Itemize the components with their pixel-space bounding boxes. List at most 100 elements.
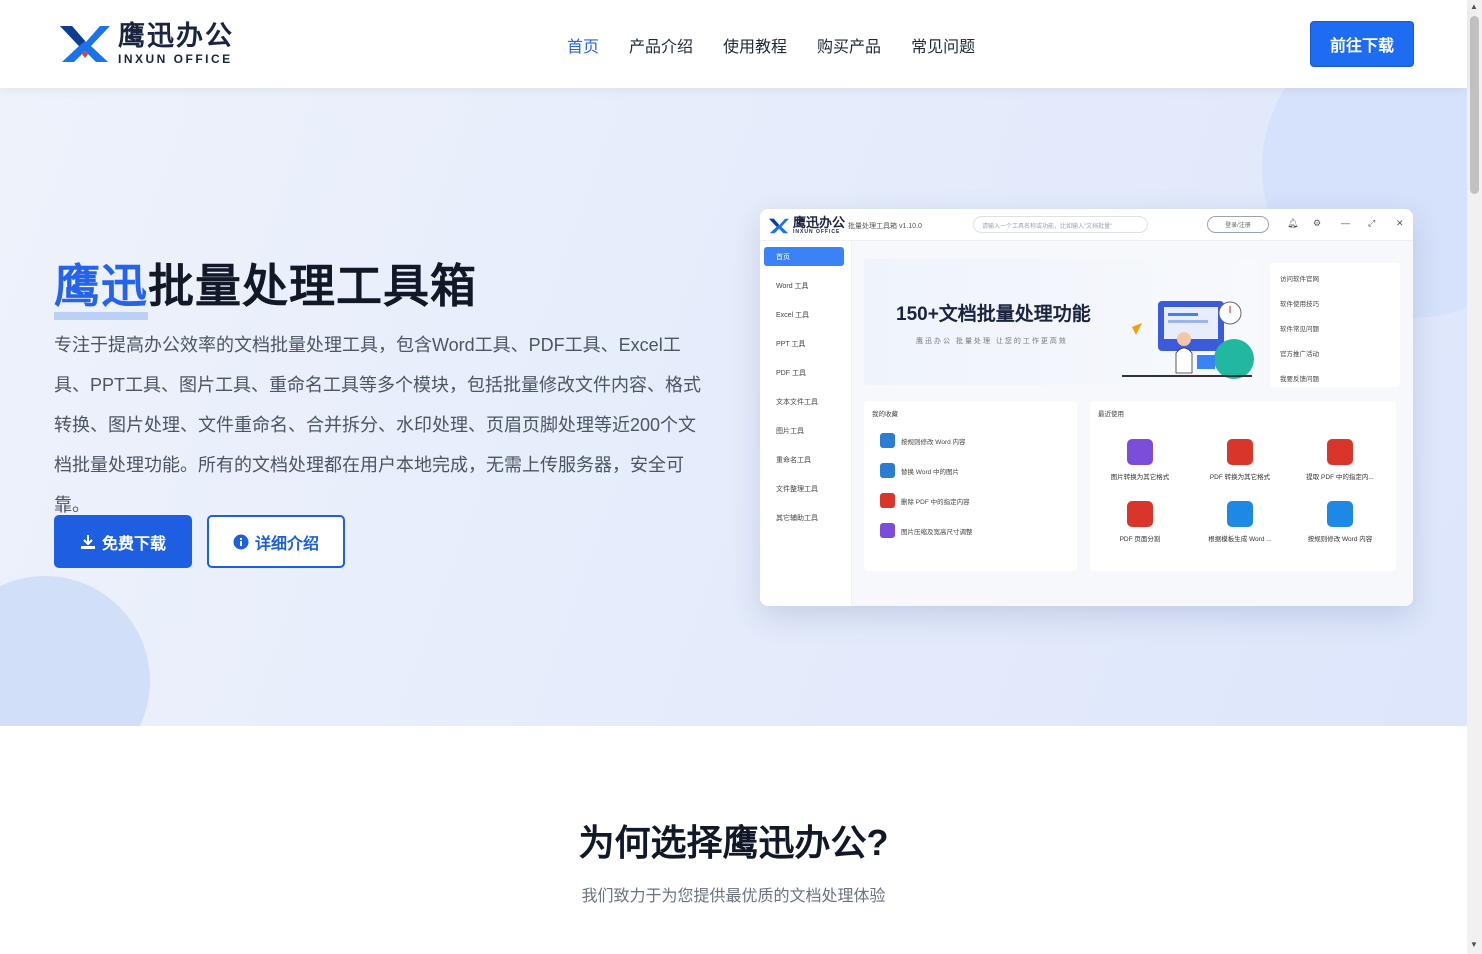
free-download-button[interactable]: 免费下载 — [54, 515, 192, 568]
app-favorite-label: 图片压缩及宽高尺寸调整 — [901, 528, 973, 536]
hero-title-rest: 批量处理工具箱 — [148, 260, 477, 312]
app-banner-subtitle: 鹰迅办公 批量处理 让您的工作更高效 — [916, 338, 1068, 345]
why-section-title: 为何选择鹰迅办公? — [578, 822, 889, 863]
close-icon: ✕ — [1396, 218, 1404, 228]
scrollbar-thumb[interactable] — [1470, 16, 1479, 194]
app-favorites-title: 我的收藏 — [872, 411, 898, 418]
app-favorite-item: 删除 PDF 中的指定内容 — [880, 493, 970, 508]
image-icon — [880, 523, 895, 538]
minimize-icon: — — [1341, 218, 1350, 228]
app-link: 软件使用技巧 — [1280, 301, 1319, 308]
app-recent-card: 最近使用 图片转换为其它格式 PDF 转换为其它格式 提取 PDF 中的指定内.… — [1090, 401, 1396, 571]
app-sidebar-item: 重命名工具 — [776, 457, 811, 464]
word-icon — [880, 433, 895, 448]
app-recent-label: 提取 PDF 中的指定内... — [1306, 474, 1374, 481]
app-sidebar-item: 图片工具 — [776, 428, 804, 435]
site-logo[interactable]: 鹰迅办公 INXUN OFFICE — [58, 22, 234, 66]
app-favorite-label: 替换 Word 中的图片 — [901, 468, 960, 476]
nav-product-intro[interactable]: 产品介绍 — [629, 33, 693, 57]
gear-icon: ⚙ — [1313, 218, 1322, 228]
office-illustration-icon — [1122, 301, 1254, 379]
app-favorite-item: 按规则修改 Word 内容 — [880, 433, 966, 448]
why-section-subtitle: 我们致力于为您提供最优质的文档处理体验 — [581, 888, 886, 905]
word-edit-icon — [1327, 501, 1353, 527]
app-banner: 150+文档批量处理功能 鹰迅办公 批量处理 让您的工作更高效 — [864, 259, 1259, 385]
nav-purchase[interactable]: 购买产品 — [817, 33, 881, 57]
app-sidebar-item: 首页 — [764, 247, 844, 266]
app-recent-item: 提取 PDF 中的指定内... — [1295, 439, 1385, 481]
logo-cn-text: 鹰迅办公 — [118, 21, 234, 51]
pdf-split-icon — [1127, 501, 1153, 527]
app-link: 官方推广活动 — [1280, 351, 1319, 358]
app-main: 150+文档批量处理功能 鹰迅办公 批量处理 让您的工作更高效 访问软件官网 软… — [852, 241, 1413, 606]
image-convert-icon — [1127, 439, 1153, 465]
app-screenshot: 鹰迅办公 INXUN OFFICE 批量处理工具箱 v1.10.0 请输入一个工… — [760, 209, 1413, 606]
logo-x-icon — [769, 218, 789, 233]
hero-section: 鹰迅批量处理工具箱 专注于提高办公效率的文档批量处理工具，包含Word工具、PD… — [0, 88, 1467, 726]
app-favorite-label: 按规则修改 Word 内容 — [901, 438, 966, 446]
hero-title: 鹰迅批量处理工具箱 — [54, 250, 477, 320]
header-download-button[interactable]: 前往下载 — [1310, 21, 1414, 67]
app-recent-item: 根据模板生成 Word ... — [1195, 501, 1285, 543]
main-nav: 首页 产品介绍 使用教程 购买产品 常见问题 — [567, 33, 975, 57]
bell-icon: 🔔︎ — [1287, 218, 1299, 228]
app-sidebar-item: Excel 工具 — [776, 312, 810, 319]
nav-tutorial[interactable]: 使用教程 — [723, 33, 787, 57]
app-sidebar-item: 文件整理工具 — [776, 486, 818, 493]
app-banner-title: 150+文档批量处理功能 — [896, 304, 1091, 325]
pdf-icon — [880, 493, 895, 508]
app-recent-item: 按规则修改 Word 内容 — [1295, 501, 1385, 543]
app-favorites-card: 我的收藏 按规则修改 Word 内容 替换 Word 中的图片 删除 PDF 中… — [864, 401, 1077, 571]
download-icon — [80, 534, 95, 549]
app-favorite-label: 删除 PDF 中的指定内容 — [901, 498, 970, 506]
page-scrollbar[interactable]: ▲ ▼ — [1467, 0, 1482, 954]
app-favorite-item: 替换 Word 中的图片 — [880, 463, 959, 478]
info-icon — [233, 534, 249, 549]
app-quick-links: 访问软件官网 软件使用技巧 软件常见问题 官方推广活动 我要反馈问题 — [1270, 263, 1400, 387]
app-recent-item: PDF 页面分割 — [1095, 501, 1185, 543]
app-sidebar-item: PDF 工具 — [776, 370, 806, 377]
scroll-down-icon[interactable]: ▼ — [1470, 940, 1478, 949]
scroll-up-icon[interactable]: ▲ — [1470, 2, 1478, 11]
app-logo-en: INXUN OFFICE — [793, 229, 841, 235]
app-sidebar-item: Word 工具 — [776, 283, 809, 290]
app-sidebar-item: 文本文件工具 — [776, 399, 818, 406]
app-recent-item: 图片转换为其它格式 — [1095, 439, 1185, 481]
app-link: 访问软件官网 — [1280, 276, 1319, 283]
app-recent-label: PDF 转换为其它格式 — [1209, 474, 1271, 481]
app-login-button: 登录/注册 — [1207, 216, 1269, 233]
nav-home[interactable]: 首页 — [567, 33, 599, 57]
app-sidebar-item: 其它辅助工具 — [776, 515, 818, 522]
app-logo: 鹰迅办公 INXUN OFFICE — [768, 216, 845, 235]
app-sidebar-item: PPT 工具 — [776, 341, 806, 348]
app-favorite-item: 图片压缩及宽高尺寸调整 — [880, 523, 973, 538]
free-download-label: 免费下载 — [101, 535, 166, 553]
site-header: 鹰迅办公 INXUN OFFICE 首页 产品介绍 使用教程 购买产品 常见问题… — [0, 0, 1467, 88]
app-link: 软件常见问题 — [1280, 326, 1319, 333]
logo-en-text: INXUN OFFICE — [118, 52, 233, 66]
app-titlebar: 鹰迅办公 INXUN OFFICE 批量处理工具箱 v1.10.0 请输入一个工… — [760, 209, 1413, 241]
pdf-extract-icon — [1327, 439, 1353, 465]
details-label: 详细介绍 — [254, 535, 319, 553]
app-recent-item: PDF 转换为其它格式 — [1195, 439, 1285, 481]
app-logo-cn: 鹰迅办公 — [793, 215, 846, 230]
app-recent-title: 最近使用 — [1098, 411, 1124, 418]
app-name: 批量处理工具箱 v1.10.0 — [848, 223, 922, 230]
app-sidebar: 首页 Word 工具 Excel 工具 PPT 工具 PDF 工具 文本文件工具… — [760, 241, 852, 606]
word-icon — [880, 463, 895, 478]
app-recent-label: 图片转换为其它格式 — [1110, 474, 1170, 481]
maximize-icon: ⤢ — [1368, 218, 1376, 228]
hero-description: 专注于提高办公效率的文档批量处理工具，包含Word工具、PDF工具、Excel工… — [54, 335, 702, 515]
app-recent-label: 根据模板生成 Word ... — [1208, 536, 1272, 543]
details-button[interactable]: 详细介绍 — [207, 515, 345, 568]
app-link: 我要反馈问题 — [1280, 376, 1319, 383]
pdf-convert-icon — [1227, 439, 1253, 465]
app-recent-label: PDF 页面分割 — [1119, 536, 1161, 543]
decor-circle — [0, 576, 150, 726]
logo-x-icon — [60, 26, 110, 62]
app-search-input: 请输入一个工具名称或功能，比如输入"文档批量" — [973, 216, 1148, 233]
hero-title-brand: 鹰迅 — [54, 260, 148, 320]
word-template-icon — [1227, 501, 1253, 527]
app-recent-label: 按规则修改 Word 内容 — [1307, 536, 1373, 543]
nav-faq[interactable]: 常见问题 — [911, 33, 975, 57]
